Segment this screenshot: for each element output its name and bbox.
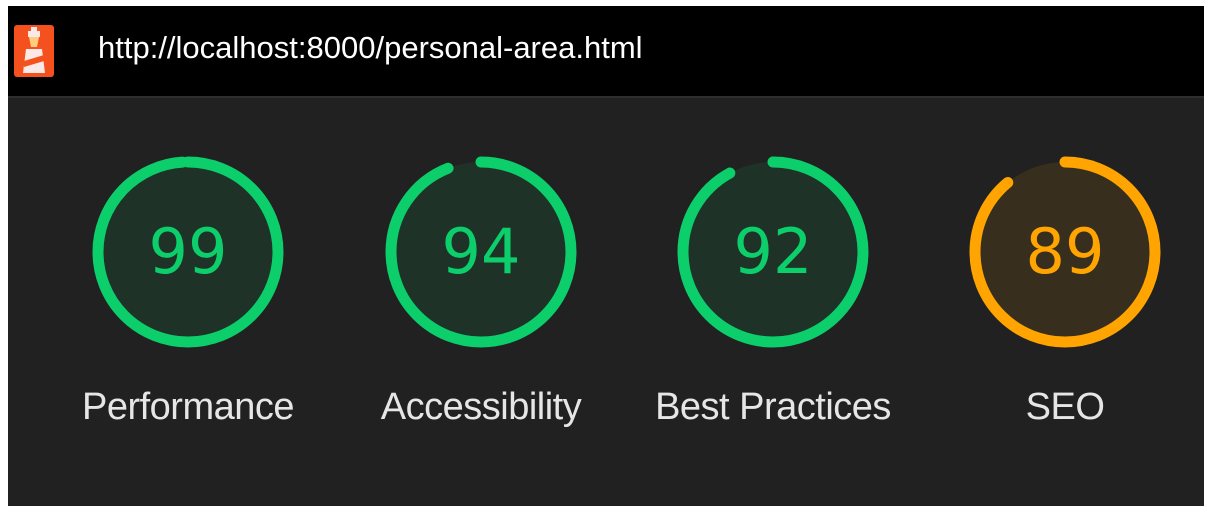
report-header: http://localhost:8000/personal-area.html xyxy=(8,6,1204,98)
score-label-accessibility: Accessibility xyxy=(380,386,582,428)
score-label-best-practices: Best Practices xyxy=(655,386,891,428)
gauge-performance: 99 xyxy=(88,152,288,352)
gauge-value: 92 xyxy=(733,215,813,288)
score-seo[interactable]: 89 SEO xyxy=(935,98,1195,506)
score-performance[interactable]: 99 Performance xyxy=(58,98,318,506)
gauge-value: 89 xyxy=(1025,215,1105,288)
lighthouse-report-summary: http://localhost:8000/personal-area.html… xyxy=(8,6,1204,506)
gauge-seo: 89 xyxy=(965,152,1165,352)
gauge-value: 99 xyxy=(148,215,228,288)
score-label-seo: SEO xyxy=(1025,386,1105,428)
score-best-practices[interactable]: 92 Best Practices xyxy=(643,98,903,506)
gauge-accessibility: 94 xyxy=(381,152,581,352)
gauge-value: 94 xyxy=(441,215,521,288)
lighthouse-icon xyxy=(14,25,54,77)
score-accessibility[interactable]: 94 Accessibility xyxy=(351,98,611,506)
score-label-performance: Performance xyxy=(81,386,295,428)
score-gauges: 99 Performance 94 Accessibility 92 Best … xyxy=(8,98,1204,506)
report-url[interactable]: http://localhost:8000/personal-area.html xyxy=(98,28,643,68)
gauge-best-practices: 92 xyxy=(673,152,873,352)
